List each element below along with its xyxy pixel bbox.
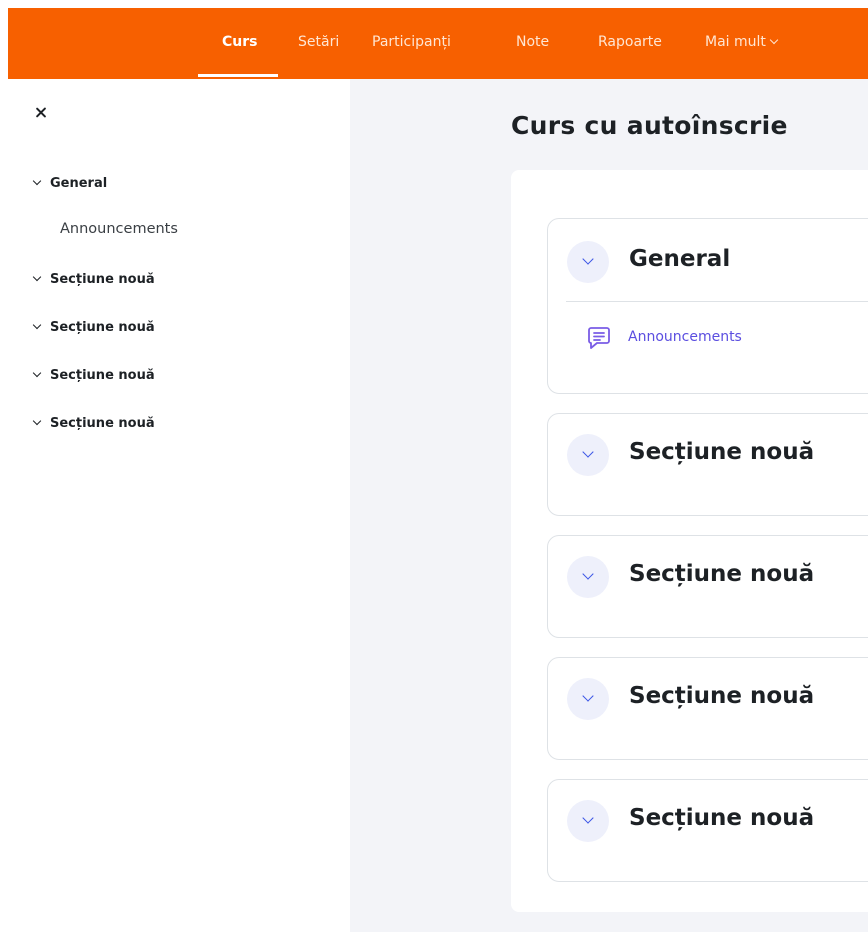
course-index-section-5[interactable]: Secțiune nouă xyxy=(32,412,155,434)
course-index-section-3[interactable]: Secțiune nouă xyxy=(32,316,155,338)
chevron-down-icon[interactable] xyxy=(32,272,42,282)
chevron-down-icon xyxy=(582,812,594,824)
course-index-section-label: Secțiune nouă xyxy=(50,415,155,431)
activity-link-announcements[interactable]: Announcements xyxy=(628,329,742,345)
active-tab-indicator xyxy=(198,74,278,77)
chevron-down-icon xyxy=(582,446,594,458)
nav-tab-note[interactable]: Note xyxy=(516,32,549,52)
section-toggle-button[interactable] xyxy=(567,800,609,842)
nav-tab-rapoarte[interactable]: Rapoarte xyxy=(598,32,662,52)
section-title[interactable]: Secțiune nouă xyxy=(629,805,814,831)
chevron-down-icon xyxy=(582,690,594,702)
course-section-3: Secțiune nouă xyxy=(547,535,868,638)
course-index-section-label: Secțiune nouă xyxy=(50,271,155,287)
section-title[interactable]: Secțiune nouă xyxy=(629,561,814,587)
chevron-down-icon xyxy=(582,568,594,580)
close-icon[interactable] xyxy=(34,106,48,120)
section-title[interactable]: Secțiune nouă xyxy=(629,439,814,465)
secondary-navigation: Curs Setări Participanți Note Rapoarte M… xyxy=(8,8,868,79)
nav-tab-setari[interactable]: Setări xyxy=(298,32,339,52)
section-toggle-button[interactable] xyxy=(567,241,609,283)
section-title[interactable]: Secțiune nouă xyxy=(629,683,814,709)
section-toggle-button[interactable] xyxy=(567,678,609,720)
section-title[interactable]: General xyxy=(629,246,730,272)
nav-tab-mai-mult[interactable]: Mai mult xyxy=(705,32,779,52)
chevron-down-icon[interactable] xyxy=(32,176,42,186)
browser-viewport: Curs Setări Participanți Note Rapoarte M… xyxy=(8,8,868,932)
course-index-section-label: General xyxy=(50,175,108,191)
section-toggle-button[interactable] xyxy=(567,434,609,476)
nav-tab-participanti[interactable]: Participanți xyxy=(372,32,451,52)
section-divider xyxy=(566,301,868,302)
course-section-4: Secțiune nouă xyxy=(547,657,868,760)
course-section-general: General Announcements xyxy=(547,218,868,394)
chevron-down-icon xyxy=(582,253,594,265)
chevron-down-icon[interactable] xyxy=(32,320,42,330)
chevron-down-icon xyxy=(769,35,779,45)
course-index-section-label: Secțiune nouă xyxy=(50,367,155,383)
course-section-5: Secțiune nouă xyxy=(547,779,868,882)
nav-tab-curs[interactable]: Curs xyxy=(222,32,257,52)
course-index-drawer: General Announcements Secțiune nouă Secț… xyxy=(8,79,350,932)
course-index-activity-announcements[interactable]: Announcements xyxy=(60,219,178,239)
nav-tab-mai-mult-label: Mai mult xyxy=(705,34,766,50)
section-toggle-button[interactable] xyxy=(567,556,609,598)
page-title: Curs cu autoînscrie xyxy=(511,111,788,140)
course-index-section-label: Secțiune nouă xyxy=(50,319,155,335)
chevron-down-icon[interactable] xyxy=(32,368,42,378)
forum-icon xyxy=(588,327,610,349)
course-section-2: Secțiune nouă xyxy=(547,413,868,516)
chevron-down-icon[interactable] xyxy=(32,416,42,426)
course-index-section-2[interactable]: Secțiune nouă xyxy=(32,268,155,290)
course-index-section-4[interactable]: Secțiune nouă xyxy=(32,364,155,386)
course-index-section-general[interactable]: General xyxy=(32,172,107,194)
